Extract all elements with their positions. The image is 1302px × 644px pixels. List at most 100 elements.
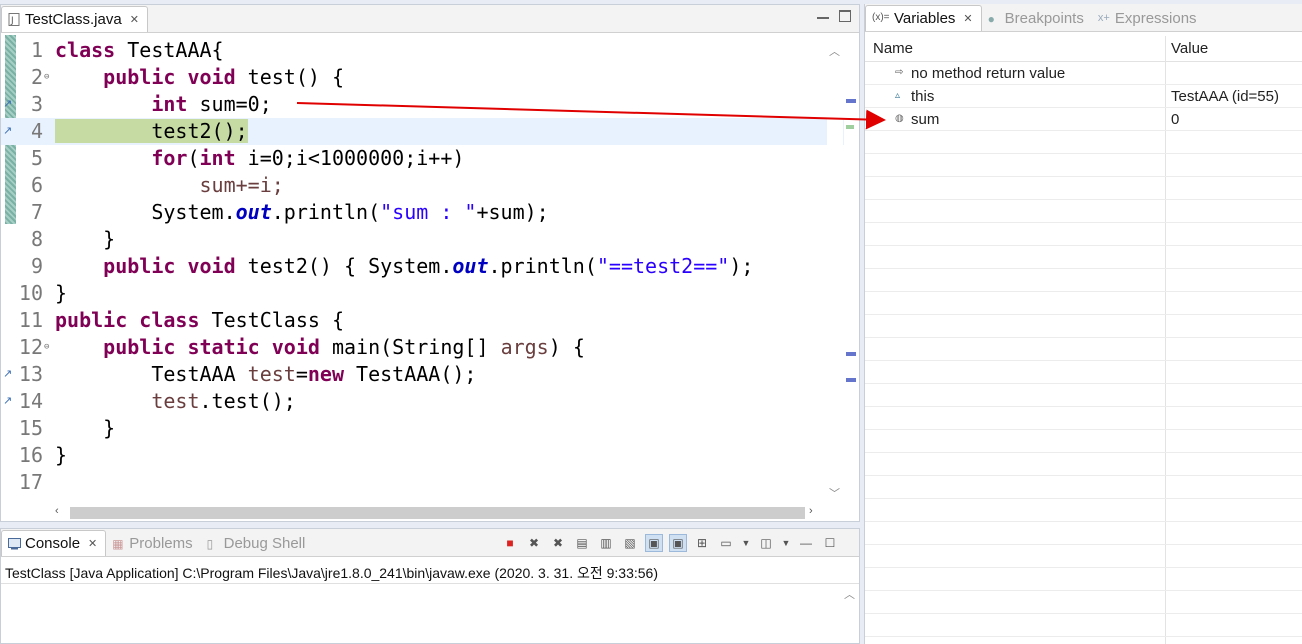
code-area[interactable]: 1 class TestAAA{ 2 ⊖ public void test() … [1,37,844,505]
fold-toggle-icon[interactable]: ⊖ [44,342,49,352]
tab-problems[interactable]: ▦ Problems [106,530,200,556]
empty-row [865,315,1302,338]
editor-tab-label: TestClass.java [25,11,122,28]
code-line: 12 ⊖ public static void main(String[] ar… [1,334,844,361]
breakpoint-marker-icon[interactable]: ↗ [3,367,12,380]
close-icon[interactable]: ✕ [963,12,972,25]
minimize-icon[interactable]: — [797,534,815,552]
empty-row [865,200,1302,223]
editor-window-controls [817,10,851,22]
empty-row [865,476,1302,499]
line-number: 10 [18,281,43,305]
overview-ruler-mark[interactable] [846,125,854,129]
keyword: int [199,146,236,170]
scroll-down-icon[interactable]: ﹀ [829,485,840,501]
tab-label: Problems [129,534,193,552]
variable-row[interactable]: ⇨ no method return value [865,62,1302,85]
tab-console[interactable]: Console ✕ [1,530,107,556]
column-header-name[interactable]: Name [873,40,913,57]
scroll-right-icon[interactable]: › [809,505,813,517]
fold-toggle-icon[interactable]: ⊖ [44,72,49,82]
tab-label: Expressions [1114,9,1197,27]
remove-launch-icon[interactable]: ✖ [525,534,543,552]
line-number: 16 [18,443,43,467]
code-line: 9 public void test2() { System.out.print… [1,253,844,280]
code-text: ) { [548,335,585,359]
word-wrap-icon[interactable]: ▧ [621,534,639,552]
scroll-up-icon[interactable]: ︿ [829,43,840,59]
line-number: 9 [30,254,43,278]
maximize-icon[interactable]: ☐ [821,534,839,552]
scrollbar-thumb[interactable] [70,507,805,519]
tab-testclass-java[interactable]: J TestClass.java ✕ [1,6,148,32]
display-console-icon[interactable]: ▭ [717,534,735,552]
variables-icon: (x)= [872,12,890,23]
code-text: } [55,281,68,305]
empty-row [865,292,1302,315]
code-editor-view: J TestClass.java ✕ 1 class TestAAA{ 2 ⊖ … [0,4,860,522]
eclipse-debug-window: J TestClass.java ✕ 1 class TestAAA{ 2 ⊖ … [0,0,1302,644]
console-divider [1,583,859,584]
chevron-down-icon[interactable]: ▼ [741,534,751,552]
close-icon[interactable]: ✕ [88,537,97,550]
show-on-stdout-icon[interactable]: ▣ [645,534,663,552]
close-icon[interactable]: ✕ [130,13,139,26]
chevron-down-icon[interactable]: ▼ [781,534,791,552]
editor-vertical-scrollbar[interactable]: ︿ ﹀ [827,37,843,505]
variables-view: (x)= Variables ✕ ● Breakpoints x+ Expres… [864,4,1302,644]
return-value-icon: ⇨ [895,67,904,78]
static-field: out [452,254,489,278]
overview-ruler-mark[interactable] [846,378,856,382]
code-line: 16 } [1,442,844,469]
tab-expressions[interactable]: x+ Expressions [1092,5,1205,31]
keyword: void [187,254,236,278]
console-toolbar: ■ ✖ ✖ ▤ ▥ ▧ ▣ ▣ ⊞ ▭ ▼ ◫ ▼ — ☐ [501,534,839,552]
empty-row [865,246,1302,269]
minimize-icon[interactable] [817,12,829,19]
empty-row [865,568,1302,591]
keyword: new [307,362,344,386]
variable-row[interactable]: ▵ this TestAAA (id=55) [865,85,1302,108]
show-on-stderr-icon[interactable]: ▣ [669,534,687,552]
keyword: void [271,335,320,359]
scroll-lock-icon[interactable]: ▥ [597,534,615,552]
overview-ruler-mark[interactable] [846,99,856,103]
empty-row [865,522,1302,545]
terminate-icon[interactable]: ■ [501,534,519,552]
scroll-left-icon[interactable]: ‹ [55,505,59,517]
tab-debug-shell[interactable]: ▯ Debug Shell [201,530,314,556]
keyword: public [55,308,128,332]
maximize-icon[interactable] [839,10,851,22]
empty-row [865,131,1302,154]
pin-console-icon[interactable]: ⊞ [693,534,711,552]
editor-horizontal-scrollbar[interactable]: ‹ › [47,505,827,521]
breakpoint-marker-icon[interactable]: ↗ [3,97,12,110]
code-text: } [103,227,116,251]
empty-row [865,545,1302,568]
remove-all-terminated-icon[interactable]: ✖ [549,534,567,552]
console-vertical-scrollbar[interactable]: ︿ [841,584,857,644]
breakpoint-marker-icon[interactable]: ↗ [3,394,12,407]
variable-name: no method return value [911,65,1066,82]
string-literal: "sum : " [380,200,477,224]
overview-ruler-mark[interactable] [846,352,856,356]
debug-shell-icon: ▯ [206,536,214,551]
line-number: 12 [18,335,43,359]
breakpoint-marker-icon[interactable]: ↗ [3,124,12,137]
code-text: sum+=i; [199,173,284,197]
open-console-icon[interactable]: ◫ [757,534,775,552]
column-header-value[interactable]: Value [1171,40,1208,57]
code-text: .println( [488,254,597,278]
tab-label: Console [25,535,81,552]
scroll-up-icon[interactable]: ︿ [844,586,855,602]
variable-row[interactable]: ◍ sum 0 [865,108,1302,131]
clear-console-icon[interactable]: ▤ [573,534,591,552]
field-icon: ▵ [895,90,901,101]
empty-row [865,338,1302,361]
tab-breakpoints[interactable]: ● Breakpoints [982,5,1092,31]
variable-name: this [911,88,935,105]
code-text: .println( [271,200,381,224]
tab-variables[interactable]: (x)= Variables ✕ [865,5,982,31]
code-text: main(String[] [319,335,501,359]
code-text: sum=0; [187,92,272,116]
